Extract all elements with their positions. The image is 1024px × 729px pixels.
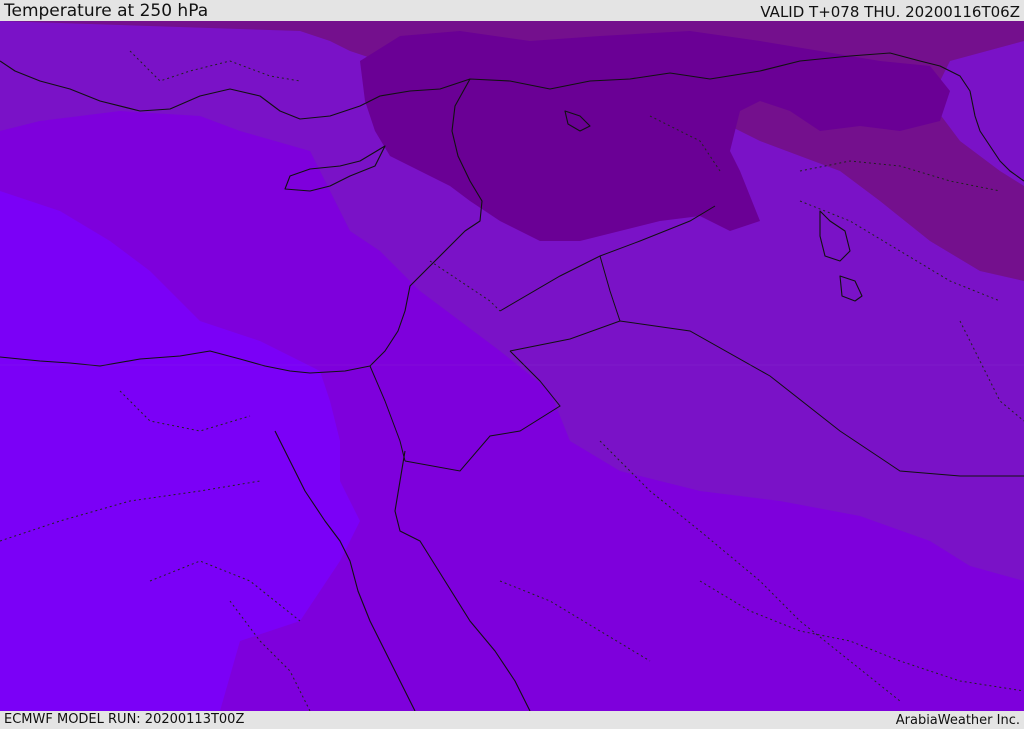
weather-map-page: Temperature at 250 hPa VALID T+078 THU. …: [0, 0, 1024, 729]
map-title: Temperature at 250 hPa: [4, 1, 209, 21]
credit: ArabiaWeather Inc.: [895, 713, 1020, 728]
map-area: [0, 21, 1024, 711]
footer-bar: ECMWF MODEL RUN: 20200113T00Z ArabiaWeat…: [0, 711, 1024, 729]
temperature-map-canvas: [0, 21, 1024, 711]
header-bar: Temperature at 250 hPa VALID T+078 THU. …: [0, 0, 1024, 21]
valid-time: VALID T+078 THU. 20200116T06Z: [760, 3, 1020, 21]
model-run: ECMWF MODEL RUN: 20200113T00Z: [4, 712, 245, 727]
